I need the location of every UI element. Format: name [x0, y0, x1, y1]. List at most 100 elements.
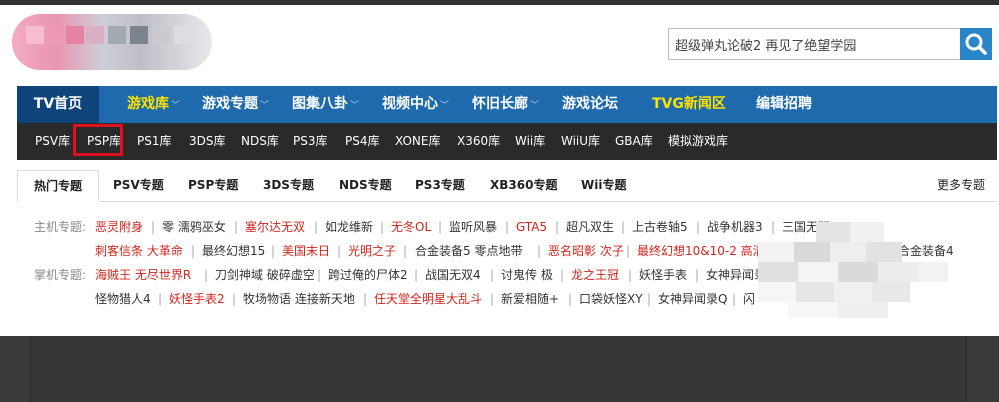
subnav-nds[interactable]: NDS库	[241, 123, 279, 160]
divider: |	[204, 268, 209, 282]
topic-link[interactable]: 龙之王冠	[571, 265, 619, 285]
search-box	[668, 28, 992, 62]
topic-link[interactable]: 美国末日	[282, 241, 330, 261]
tab-hot-topics[interactable]: 热门专题	[17, 170, 99, 202]
subnav-ps3[interactable]: PS3库	[293, 123, 328, 160]
topic-link[interactable]: 超凡双生	[566, 217, 614, 237]
topic-link[interactable]: 怪物猎人4	[95, 289, 151, 309]
topic-link[interactable]: 光明之子	[348, 241, 396, 261]
divider: |	[628, 268, 633, 282]
divider: |	[317, 268, 322, 282]
topic-link[interactable]: 塞尔达无双	[245, 217, 305, 237]
topic-link[interactable]: 口袋妖怪XY	[579, 289, 643, 309]
subnav-gba[interactable]: GBA库	[615, 123, 653, 160]
subnav-3ds[interactable]: 3DS库	[189, 123, 226, 160]
topic-link[interactable]: GTA5	[516, 217, 547, 237]
nav-tvg-news[interactable]: TVG新闻区	[652, 86, 726, 123]
logo-pixel	[152, 26, 170, 44]
topic-link[interactable]: 牧场物语 连接新天地	[243, 289, 355, 309]
tab-ps3[interactable]: PS3专题	[415, 170, 465, 201]
subnav-ps1[interactable]: PS1库	[137, 123, 172, 160]
subnav-ps4[interactable]: PS4库	[345, 123, 380, 160]
chevron-down-icon: ﹀	[260, 101, 270, 111]
tab-wii[interactable]: Wii专题	[581, 170, 626, 201]
search-button[interactable]	[960, 28, 992, 60]
nav-tv-home[interactable]: TV首页	[17, 86, 99, 123]
topic-link[interactable]: 跨过俺的尸体2	[328, 265, 408, 285]
logo-pixel	[174, 26, 192, 44]
topic-link[interactable]: 最终幻想15	[202, 241, 265, 261]
subnav-x360[interactable]: X360库	[457, 123, 500, 160]
divider: |	[337, 244, 342, 258]
divider: |	[490, 292, 495, 306]
topic-link[interactable]: 任天堂全明星大乱斗	[374, 289, 482, 309]
topic-link[interactable]: 妖怪手表	[639, 265, 687, 285]
tab-xb360[interactable]: XB360专题	[490, 170, 557, 201]
topic-link[interactable]: 妖怪手表2	[169, 289, 225, 309]
nav-game-library[interactable]: 游戏库 ﹀	[127, 86, 180, 123]
subnav-wii[interactable]: Wii库	[515, 123, 545, 160]
nav-gallery[interactable]: 图集八卦 ﹀	[292, 86, 359, 123]
nav-label: 图集八卦	[292, 96, 348, 112]
tab-3ds[interactable]: 3DS专题	[263, 170, 314, 201]
logo-pixel	[86, 26, 104, 44]
topic-link[interactable]: 上古卷轴5	[632, 217, 688, 237]
subnav-wiiu[interactable]: WiiU库	[561, 123, 600, 160]
search-input[interactable]	[668, 28, 961, 60]
subnav-xone[interactable]: XONE库	[395, 123, 440, 160]
topic-link[interactable]: 新爱相随+	[501, 289, 559, 309]
divider: |	[490, 268, 495, 282]
chevron-down-icon: ﹀	[350, 101, 360, 111]
logo-pixel	[66, 26, 84, 44]
topic-link[interactable]: 合金装备5 零点地带	[415, 241, 522, 261]
topic-tabs: 热门专题 PSV专题 PSP专题 3DS专题 NDS专题 PS3专题 XB360…	[17, 170, 997, 202]
tab-psv[interactable]: PSV专题	[113, 170, 164, 201]
topic-link[interactable]: 女神异闻录	[706, 265, 766, 285]
topic-link[interactable]: 恶灵附身	[95, 217, 143, 237]
divider: |	[151, 220, 156, 234]
chevron-down-icon: ﹀	[530, 101, 540, 111]
divider: |	[438, 220, 443, 234]
divider: |	[403, 244, 408, 258]
subnav-emulator[interactable]: 模拟游戏库	[668, 123, 728, 160]
divider: |	[314, 220, 319, 234]
divider: |	[621, 220, 626, 234]
topic-link[interactable]: 刀剑神域 破碎虚空	[215, 265, 315, 285]
divider: |	[191, 244, 196, 258]
topic-link[interactable]: 海贼王 无尽世界R	[95, 265, 191, 285]
topic-link[interactable]: 刺客信条 大革命	[95, 241, 183, 261]
divider: |	[626, 244, 631, 258]
divider: |	[232, 292, 237, 306]
nav-editor-recruit[interactable]: 编辑招聘	[756, 86, 812, 123]
topic-link[interactable]: 讨鬼传 极	[501, 265, 553, 285]
topic-link[interactable]: 如龙维新	[325, 217, 373, 237]
chevron-down-icon: ﹀	[171, 101, 181, 111]
logo-pixel	[108, 26, 126, 44]
divider: |	[560, 268, 565, 282]
chevron-down-icon: ﹀	[440, 101, 450, 111]
nav-game-forum[interactable]: 游戏论坛	[562, 86, 618, 123]
topic-link[interactable]: 无冬OL	[391, 217, 431, 237]
nav-retro-corridor[interactable]: 怀旧长廊 ﹀	[472, 86, 539, 123]
topic-link[interactable]: 战争机器3	[707, 217, 763, 237]
topic-link[interactable]: 女神异闻录Q	[658, 289, 727, 309]
topic-link[interactable]: 零 濡鸦巫女	[162, 217, 226, 237]
topic-link[interactable]: 战国无双4	[425, 265, 481, 285]
topic-link[interactable]: 闪	[743, 289, 755, 309]
site-logo-blurred[interactable]	[12, 14, 212, 70]
tab-nds[interactable]: NDS专题	[339, 170, 392, 201]
topic-link[interactable]: 监听风暴	[449, 217, 497, 237]
divider: |	[695, 268, 700, 282]
sub-nav: PSV库 PSP库 PS1库 3DS库 NDS库 PS3库 PS4库 XONE库…	[17, 123, 997, 160]
subnav-psv[interactable]: PSV库	[35, 123, 70, 160]
more-topics-link[interactable]: 更多专题	[937, 170, 985, 201]
privacy-blur	[758, 222, 948, 318]
divider: |	[647, 292, 652, 306]
divider: |	[732, 292, 737, 306]
nav-game-topics[interactable]: 游戏专题 ﹀	[202, 86, 269, 123]
topic-link[interactable]: 恶名昭彰 次子	[548, 241, 624, 261]
tab-psp[interactable]: PSP专题	[188, 170, 238, 201]
topic-link[interactable]: 最终幻想10&10-2 高清版	[637, 241, 777, 261]
nav-video-center[interactable]: 视频中心 ﹀	[382, 86, 449, 123]
nav-label: 游戏库	[127, 96, 169, 112]
